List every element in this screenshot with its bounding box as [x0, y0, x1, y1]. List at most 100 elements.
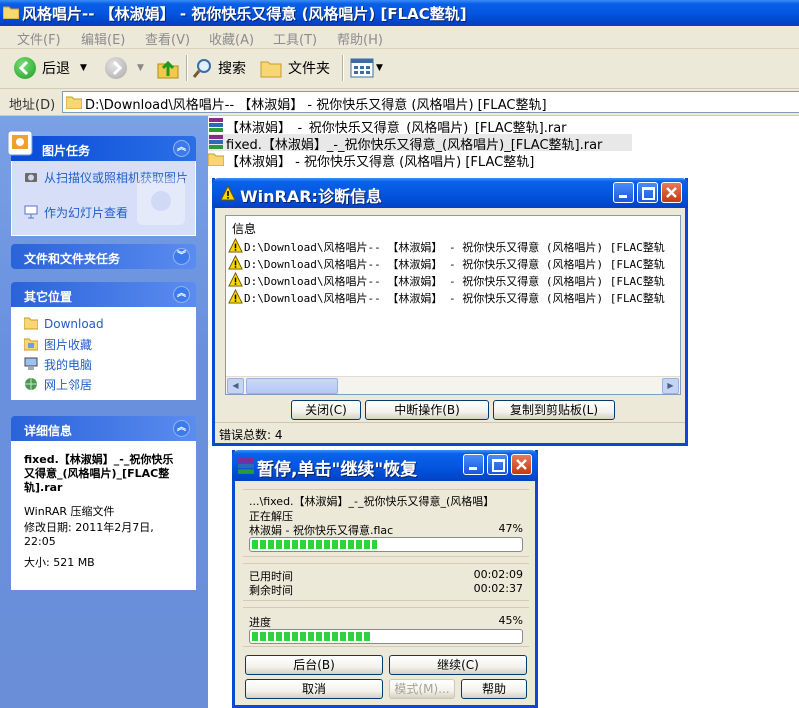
- place-download-label: Download: [44, 317, 104, 331]
- place-pictures-link[interactable]: 图片收藏: [24, 336, 92, 353]
- place-network-link[interactable]: 网上邻居: [24, 376, 92, 393]
- folder-up-icon: [157, 60, 179, 79]
- file-progress-fill: [252, 540, 377, 549]
- window-title: 风格唱片-- 【林淑娟】 - 祝你快乐又得意 (风格唱片) [FLAC整轨]: [22, 5, 467, 23]
- close-button[interactable]: 关闭(C): [291, 400, 361, 420]
- menu-view[interactable]: 查看(V): [145, 29, 190, 48]
- minimize-button[interactable]: [463, 454, 484, 475]
- minimize-button[interactable]: [613, 182, 634, 203]
- total-percent: 45%: [498, 614, 523, 627]
- file-folder-tasks-header[interactable]: 文件和文件夹任务 ︾: [11, 244, 196, 269]
- computer-icon: [24, 357, 38, 370]
- progress-title-bar[interactable]: 暂停,单击"继续"恢复: [232, 450, 538, 481]
- file-item-fixed-rar[interactable]: fixed.【林淑娟】_-_祝你快乐又得意_(风格唱片)_[FLAC整轨].ra…: [208, 134, 632, 153]
- back-dropdown-icon[interactable]: ▼: [80, 63, 87, 73]
- progress-title: 暂停,单击"继续"恢复: [257, 460, 418, 480]
- help-button[interactable]: 帮助: [461, 679, 527, 699]
- warning-icon: [228, 289, 243, 304]
- collapse-chevron-icon[interactable]: ︽: [173, 286, 190, 303]
- folder-icon: [208, 153, 224, 166]
- details-title: 详细信息: [24, 424, 73, 438]
- details-panel: 详细信息 ︽ fixed.【林淑娟】_-_祝你快乐又得意_(风格唱片)_[FLA…: [11, 416, 196, 590]
- extraction-progress-window: 暂停,单击"继续"恢复 ...\fixed.【林淑娟】_-_祝你快乐又得意_(风…: [232, 450, 538, 708]
- close-icon: [516, 459, 527, 470]
- folder-icon: [24, 317, 38, 330]
- total-progress-bar: [249, 629, 523, 644]
- slideshow-link[interactable]: 作为幻灯片查看: [24, 204, 128, 221]
- picture-tasks-panel: 图片任务 ︽ 从扫描仪或照相机获取图片 作为幻灯片查看: [7, 130, 196, 236]
- details-body: fixed.【林淑娟】_-_祝你快乐又得意_(风格唱片)_[FLAC整轨].ra…: [11, 441, 196, 590]
- diagnostic-title-bar[interactable]: WinRAR:诊断信息: [212, 178, 688, 208]
- pictures-folder-icon: [24, 338, 38, 351]
- forward-dropdown-icon[interactable]: ▼: [137, 63, 144, 73]
- error-count: 错误总数: 4: [219, 428, 283, 442]
- back-button[interactable]: 后退 ▼: [14, 53, 87, 83]
- maximize-button[interactable]: [637, 182, 658, 203]
- mode-button[interactable]: 模式(M)...: [389, 679, 455, 699]
- continue-button[interactable]: 继续(C): [389, 655, 527, 675]
- other-places-title: 其它位置: [24, 290, 73, 304]
- place-pictures-label: 图片收藏: [44, 338, 93, 352]
- scroll-left-icon[interactable]: ◀: [227, 378, 244, 394]
- menu-help[interactable]: 帮助(H): [337, 29, 383, 48]
- other-places-header[interactable]: 其它位置 ︽: [11, 282, 196, 307]
- scroll-thumb[interactable]: [246, 378, 338, 394]
- rar-archive-icon: [209, 118, 223, 132]
- total-progress-fill: [252, 632, 372, 641]
- menu-file[interactable]: 文件(F): [17, 29, 61, 48]
- camera-icon: [25, 173, 37, 182]
- warning-icon: [220, 185, 236, 201]
- folder-icon: [3, 6, 19, 19]
- warning-icon: [228, 255, 243, 270]
- search-button[interactable]: 搜索: [192, 53, 246, 83]
- details-header[interactable]: 详细信息 ︽: [11, 416, 196, 441]
- picture-tasks-header[interactable]: 图片任务 ︽: [7, 130, 196, 161]
- up-button[interactable]: [156, 53, 180, 83]
- collapse-chevron-icon[interactable]: ︽: [173, 420, 190, 437]
- picture-tasks-title: 图片任务: [42, 144, 91, 158]
- total-progress-group: 进度 45%: [243, 607, 529, 647]
- background-button[interactable]: 后台(B): [245, 655, 383, 675]
- collapse-chevron-icon[interactable]: ︽: [173, 140, 190, 157]
- rar-archive-icon: [209, 135, 223, 149]
- views-icon: [350, 58, 374, 78]
- search-icon: [192, 59, 211, 78]
- details-size: 大小: 521 MB: [24, 556, 95, 569]
- close-window-button[interactable]: [661, 182, 682, 203]
- close-window-button[interactable]: [511, 454, 532, 475]
- menu-favorites[interactable]: 收藏(A): [209, 29, 254, 48]
- explorer-title-bar[interactable]: 风格唱片-- 【林淑娟】 - 祝你快乐又得意 (风格唱片) [FLAC整轨]: [0, 0, 799, 26]
- abort-button[interactable]: 中断操作(B): [365, 400, 489, 420]
- place-computer-link[interactable]: 我的电脑: [24, 356, 92, 373]
- address-input[interactable]: D:\Download\风格唱片-- 【林淑娟】 - 祝你快乐又得意 (风格唱片…: [62, 91, 799, 113]
- details-filetype: WinRAR 压缩文件: [24, 505, 115, 518]
- toolbar: 后退 ▼ ▼ 搜索 文件夹 ▼: [0, 49, 799, 89]
- progress-label: 进度: [249, 616, 271, 629]
- expand-chevron-icon[interactable]: ︾: [173, 248, 190, 265]
- diagnostic-row-text: D:\Download\风格唱片-- 【林淑娟】 - 祝你快乐又得意 (风格唱片…: [244, 258, 665, 271]
- forward-arrow-icon: [105, 57, 127, 79]
- place-download-link[interactable]: Download: [24, 316, 104, 331]
- watermark-photo-icon: [137, 177, 185, 225]
- copy-clipboard-button[interactable]: 复制到剪贴板(L): [493, 400, 615, 420]
- views-dropdown-icon: ▼: [376, 63, 383, 73]
- diagnostic-window: WinRAR:诊断信息 信息 D:\Download\风格唱片-- 【林淑娟】 …: [212, 178, 688, 446]
- maximize-button[interactable]: [487, 454, 508, 475]
- cancel-button[interactable]: 取消: [245, 679, 383, 699]
- menu-edit[interactable]: 编辑(E): [81, 29, 125, 48]
- place-network-label: 网上邻居: [44, 378, 93, 392]
- remaining-value: 00:02:37: [473, 582, 523, 595]
- diagnostic-list[interactable]: 信息 D:\Download\风格唱片-- 【林淑娟】 - 祝你快乐又得意 (风…: [225, 215, 681, 395]
- slideshow-icon: [24, 205, 38, 219]
- file-progress-group: ...\fixed.【林淑娟】_-_祝你快乐又得意_(风格唱】 正在解压 林淑娟…: [243, 489, 529, 557]
- diagnostic-row-text: D:\Download\风格唱片-- 【林淑娟】 - 祝你快乐又得意 (风格唱片…: [244, 275, 665, 288]
- views-button[interactable]: ▼: [350, 53, 383, 83]
- search-label: 搜索: [218, 61, 246, 77]
- horizontal-scrollbar[interactable]: ◀ ▶: [226, 376, 680, 394]
- scroll-right-icon[interactable]: ▶: [662, 378, 679, 394]
- folders-button[interactable]: 文件夹: [260, 53, 330, 83]
- list-header: 信息: [232, 222, 257, 236]
- diagnostic-row-text: D:\Download\风格唱片-- 【林淑娟】 - 祝你快乐又得意 (风格唱片…: [244, 292, 665, 305]
- forward-button[interactable]: ▼: [105, 53, 144, 83]
- menu-tools[interactable]: 工具(T): [273, 29, 317, 48]
